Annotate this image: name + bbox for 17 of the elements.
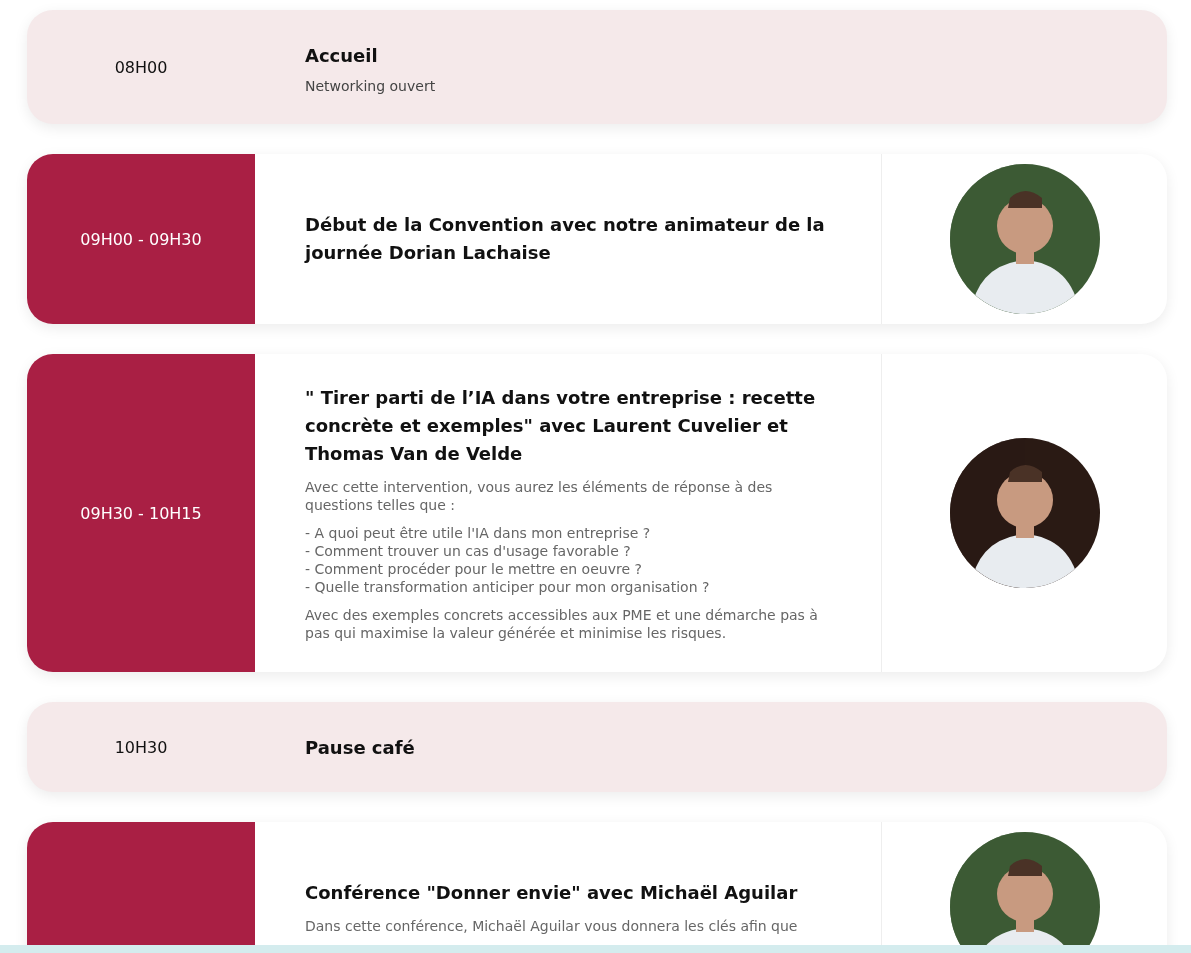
session-subtitle: Networking ouvert	[305, 78, 437, 94]
session-title: Conférence "Donner envie" avec Michaël Aguilar	[305, 881, 799, 905]
session-title: Début de la Convention avec notre animateur de la journée Dorian Lachaise	[305, 213, 826, 265]
session-description: Avec cette intervention, vous aurez les éléments de réponse à des questions telles que :	[305, 478, 774, 514]
session-description: Dans cette conférence, Michaël Aguilar vous donnera les clés afin que	[305, 917, 799, 935]
session-title: Accueil	[305, 44, 379, 68]
question-item: - Comment trouver un cas d'usage favorable ?	[305, 542, 632, 560]
session-time: 09H00 - 09H30	[80, 229, 202, 249]
session-time: 09H30 - 10H15	[80, 503, 202, 523]
session-title: " Tirer parti de l’IA dans votre entreprise : recette concrète et exemples" avec Laurent Cuvelier et Thomas Van de Velde	[305, 386, 817, 466]
session-description: Avec des exemples concrets accessibles aux PME et une démarche pas à pas qui maximise la valeur générée et minimise les risques.	[305, 606, 819, 642]
session-time: 10H30	[114, 737, 168, 757]
question-item: - A quoi peut être utile l'IA dans mon entreprise ?	[305, 524, 652, 542]
question-item: - Comment procéder pour le mettre en oeuvre ?	[305, 560, 643, 578]
session-title: Pause café	[305, 736, 416, 760]
question-item: - Quelle transformation anticiper pour mon organisation ?	[305, 578, 711, 596]
session-time: 08H00	[114, 57, 168, 77]
